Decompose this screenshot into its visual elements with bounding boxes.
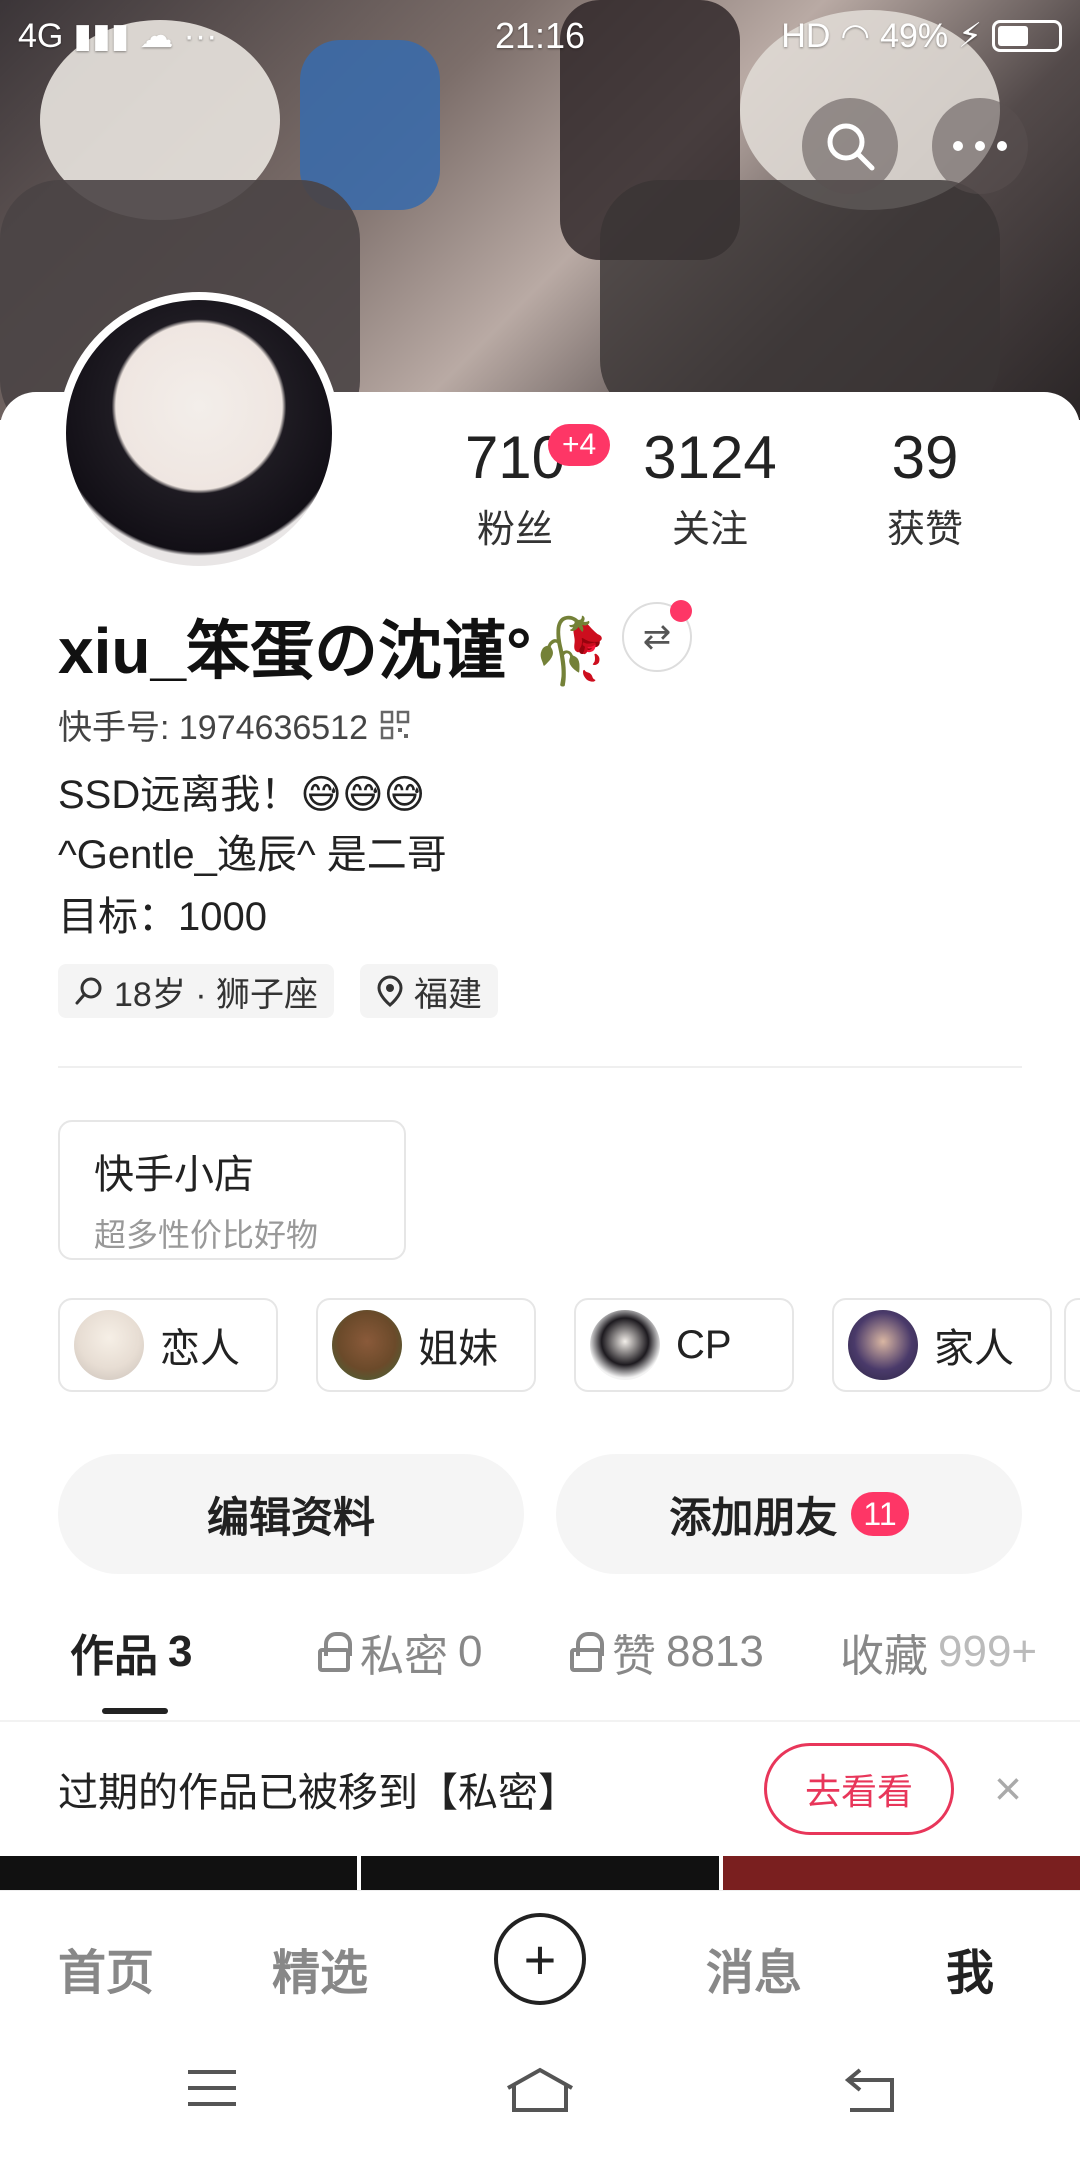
profile-name: xiu_笨蛋の沈谨°🥀 [58,615,612,687]
nav-home[interactable]: 首页 [58,1933,154,2003]
work-thumbnail[interactable] [361,1856,719,1890]
edit-profile-label: 编辑资料 [206,1493,375,1541]
relation-avatar [332,1310,402,1380]
tab-count: 999+ [938,1627,1038,1676]
tab-label: 私密 [360,1632,448,1681]
following-count: 3124 [643,424,777,491]
search-person-icon [75,977,102,1005]
tab-works[interactable]: 作品 3 [70,1620,192,1684]
switch-icon: ⇄ [642,618,672,656]
system-nav-bar [0,2026,1080,2160]
relation-cp[interactable]: CP [574,1298,794,1392]
active-tab-indicator [102,1708,168,1714]
tab-private[interactable]: 私密 0 [318,1620,482,1684]
add-friend-label: 添加朋友 [669,1493,838,1541]
relation-label: 姐妹 [418,1327,498,1371]
stat-following[interactable]: 3124 关注 [630,428,790,553]
close-icon[interactable]: × [994,1762,1022,1817]
search-button[interactable] [802,98,898,194]
age-zodiac: 18岁 · 狮子座 [114,975,319,1014]
relation-avatar [848,1310,918,1380]
avatar[interactable] [58,292,340,574]
tab-count: 3 [168,1627,193,1676]
work-thumbnail[interactable] [722,1856,1080,1890]
work-thumbnail[interactable] [0,1856,358,1890]
relation-avatar [74,1310,144,1380]
divider [58,1066,1022,1068]
add-friend-count: 11 [851,1492,909,1536]
fans-new-badge: +4 [548,424,611,466]
switch-account-button[interactable]: ⇄ [622,600,692,672]
menu-icon[interactable] [184,2066,240,2110]
clock: 21:16 [494,15,586,56]
lock-icon [318,1632,352,1672]
relation-family[interactable]: 家人 [832,1298,1052,1392]
bio-line: SSD远离我！😅😅😅 [58,773,426,817]
shop-card[interactable]: 快手小店 超多性价比好物 [58,1120,406,1260]
notice-text: 过期的作品已被移到【私密】 [58,1771,578,1815]
more-icon [953,141,1007,151]
status-bar: 4G ▮▮▮ ☁ ··· 21:16 HD ◠ 49% ⚡ [0,0,1080,72]
add-friend-button[interactable]: 添加朋友 11 [556,1454,1022,1574]
tab-favorites[interactable]: 收藏 999+ [840,1620,1037,1684]
shop-subtitle: 超多性价比好物 [94,1217,319,1253]
nav-me[interactable]: 我 [946,1933,994,2003]
age-tag[interactable]: 18岁 · 狮子座 [58,964,335,1018]
qrcode-icon [380,710,410,739]
relation-avatar [590,1310,660,1380]
relation-label: 恋人 [160,1327,240,1371]
relation-sisters[interactable]: 姐妹 [316,1298,536,1392]
bio-line: 目标：1000 [58,895,267,939]
notification-dot [670,600,692,622]
kuaishou-id[interactable]: 快手号: 1974636512 [58,700,410,749]
following-label: 关注 [671,509,748,551]
likes-label: 获赞 [886,509,963,551]
relation-lover[interactable]: 恋人 [58,1298,278,1392]
create-button[interactable]: + [494,1913,586,2005]
relation-more[interactable] [1064,1298,1080,1392]
likes-count: 39 [891,424,959,491]
tab-count: 8813 [666,1627,764,1676]
more-button[interactable] [932,98,1028,194]
stat-likes[interactable]: 39 获赞 [860,428,990,553]
works-grid [0,1856,1080,1890]
lock-icon [570,1632,604,1672]
expired-notice-banner: 过期的作品已被移到【私密】 去看看 × [0,1720,1080,1856]
location-icon [377,975,403,1007]
kuaishou-id-text: 快手号: 1974636512 [58,709,368,747]
edit-profile-button[interactable]: 编辑资料 [58,1454,524,1574]
home-icon[interactable] [504,2066,576,2114]
nav-featured[interactable]: 精选 [272,1933,368,2003]
bottom-nav: 首页 精选 + 消息 我 [0,1890,1080,2026]
back-icon[interactable] [842,2066,898,2114]
location-text: 福建 [414,975,482,1014]
shop-title: 快手小店 [94,1153,254,1197]
bio-line: ^Gentle_逸辰^ 是二哥 [58,833,447,877]
fans-label: 粉丝 [476,509,553,551]
content-tabs: 作品 3 私密 0 赞 8813 收藏 999+ [0,1620,1080,1716]
notice-view-button[interactable]: 去看看 [763,1743,954,1835]
battery-icon [992,20,1062,52]
tab-liked[interactable]: 赞 8813 [570,1620,764,1684]
location-tag[interactable]: 福建 [360,964,498,1018]
relation-label: CP [676,1322,732,1367]
tab-count: 0 [458,1627,483,1676]
relation-label: 家人 [934,1327,1014,1371]
tab-label: 作品 [70,1632,158,1681]
search-icon [827,123,875,171]
nav-messages[interactable]: 消息 [706,1933,802,2003]
tab-label: 收藏 [840,1632,928,1681]
tab-label: 赞 [612,1632,656,1681]
